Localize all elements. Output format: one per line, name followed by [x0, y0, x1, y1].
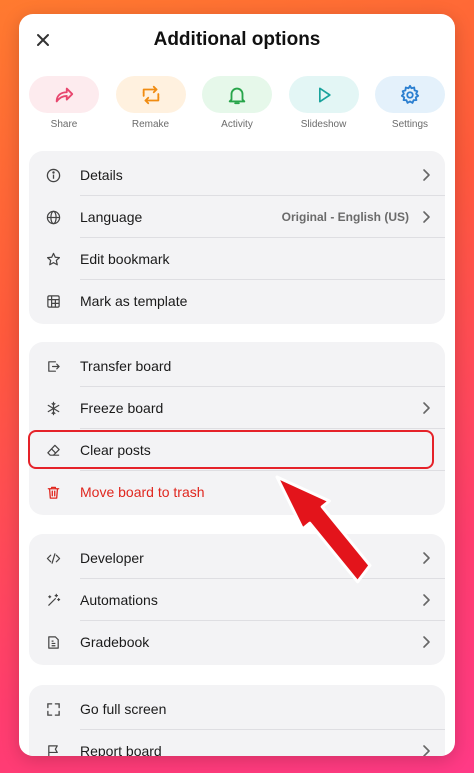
automations-item[interactable]: Automations [29, 579, 445, 621]
play-icon [318, 87, 331, 102]
remake-icon [142, 85, 159, 104]
gradebook-label: Gradebook [80, 634, 150, 650]
freeze-board-label: Freeze board [80, 400, 164, 416]
mark-template-label: Mark as template [80, 293, 188, 309]
gradebook-icon [45, 634, 61, 650]
chevron-right-icon [423, 745, 430, 756]
bell-icon [228, 87, 246, 104]
freeze-board-item[interactable]: Freeze board [29, 387, 445, 429]
developer-label: Developer [80, 550, 144, 566]
gear-icon [400, 84, 420, 104]
slideshow-button[interactable]: Slideshow [288, 76, 359, 134]
transfer-board-item[interactable]: Transfer board [29, 345, 445, 387]
additional-options-dialog: Additional options Share Remake Activity… [19, 14, 455, 756]
transfer-icon [45, 358, 61, 374]
share-icon [55, 87, 74, 102]
edit-bookmark-label: Edit bookmark [80, 251, 170, 267]
details-label: Details [80, 167, 123, 183]
clear-posts-item[interactable]: Clear posts [29, 429, 445, 471]
globe-icon [45, 209, 61, 225]
code-icon [45, 550, 61, 566]
eraser-icon [45, 442, 61, 458]
integrations-group: Developer Automations Gradebook [29, 534, 445, 665]
settings-button[interactable]: Settings [375, 76, 445, 134]
activity-label: Activity [221, 119, 253, 130]
developer-item[interactable]: Developer [29, 537, 445, 579]
remake-label: Remake [131, 119, 170, 130]
language-item[interactable]: Language Original - English (US) [29, 196, 445, 238]
transfer-board-label: Transfer board [80, 358, 172, 374]
chevron-right-icon [423, 169, 430, 181]
template-icon [45, 293, 61, 309]
remake-button[interactable]: Remake [115, 76, 186, 134]
settings-label: Settings [391, 119, 429, 130]
share-label: Share [50, 119, 78, 130]
magic-wand-icon [45, 592, 61, 608]
chevron-right-icon [423, 402, 430, 414]
dialog-title: Additional options [153, 29, 321, 50]
edit-bookmark-item[interactable]: Edit bookmark [29, 238, 445, 280]
share-button[interactable]: Share [29, 76, 99, 134]
report-board-item[interactable]: Report board [29, 730, 445, 756]
full-screen-label: Go full screen [80, 701, 167, 717]
move-to-trash-item[interactable]: Move board to trash [29, 471, 445, 513]
board-actions-group: Transfer board Freeze board Clear posts … [29, 342, 445, 515]
dialog-header: Additional options [19, 14, 455, 68]
flag-icon [45, 743, 61, 756]
language-value: Original - English (US) [281, 210, 409, 224]
slideshow-label: Slideshow [300, 119, 347, 130]
trash-icon [45, 484, 61, 500]
chevron-right-icon [423, 211, 430, 223]
automations-label: Automations [80, 592, 158, 608]
chevron-right-icon [423, 594, 430, 606]
board-info-group: Details Language Original - English (US)… [29, 151, 445, 324]
snowflake-icon [45, 400, 61, 416]
view-group: Go full screen Report board [29, 685, 445, 756]
full-screen-item[interactable]: Go full screen [29, 688, 445, 730]
details-item[interactable]: Details [29, 154, 445, 196]
language-label: Language [80, 209, 143, 225]
chevron-right-icon [423, 636, 430, 648]
clear-posts-label: Clear posts [80, 442, 151, 458]
info-icon [45, 167, 61, 183]
bookmark-star-icon [45, 251, 61, 267]
report-board-label: Report board [80, 743, 162, 756]
activity-button[interactable]: Activity [202, 76, 272, 134]
mark-template-item[interactable]: Mark as template [29, 280, 445, 322]
quick-actions: Share Remake Activity Slideshow Settings [19, 68, 455, 134]
fullscreen-icon [45, 701, 61, 717]
chevron-right-icon [423, 552, 430, 564]
gradebook-item[interactable]: Gradebook [29, 621, 445, 663]
move-to-trash-label: Move board to trash [80, 484, 205, 500]
